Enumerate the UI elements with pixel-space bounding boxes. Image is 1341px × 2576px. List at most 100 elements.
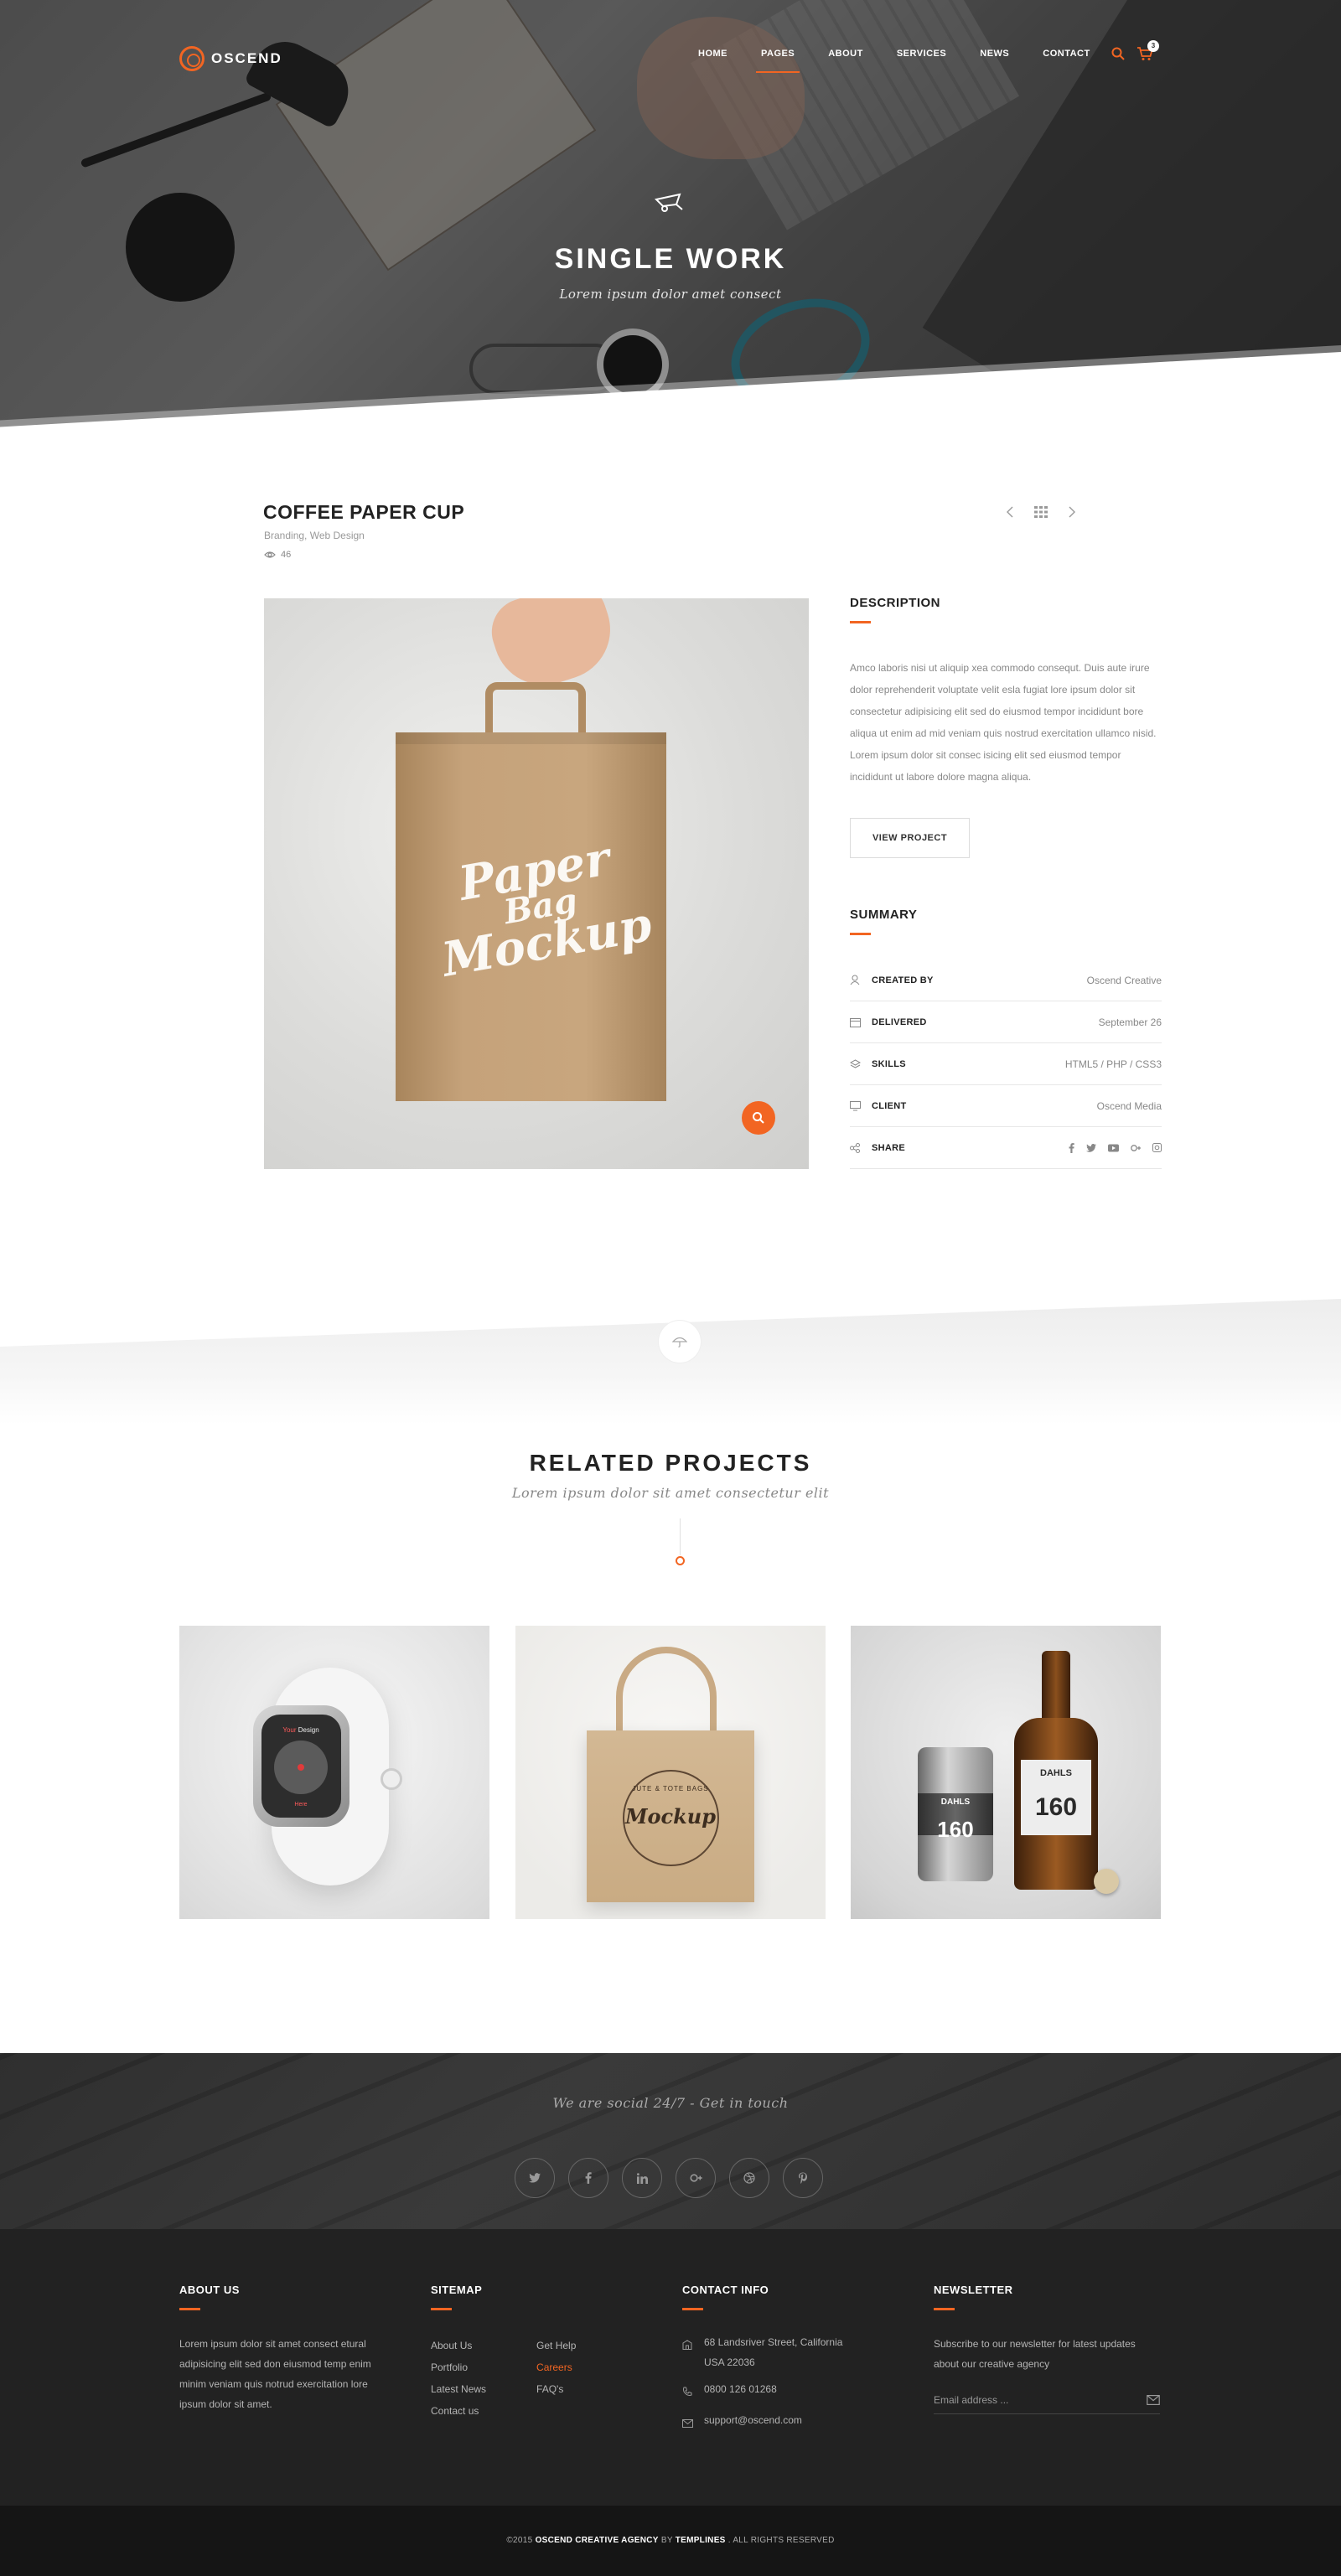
related-title: RELATED PROJECTS — [529, 1450, 812, 1476]
nav-news[interactable]: NEWS — [980, 49, 1009, 59]
heading-accent-bar — [179, 2308, 200, 2310]
related-dot — [676, 1556, 685, 1565]
social-linkedin[interactable] — [622, 2158, 662, 2198]
description-text: Amco laboris nisi ut aliquip xea commodo… — [850, 662, 1157, 783]
zoom-button[interactable] — [742, 1101, 775, 1135]
pinterest-icon — [799, 2172, 807, 2184]
building-icon — [682, 2340, 692, 2350]
footer-link-portfolio[interactable]: Portfolio — [431, 2356, 486, 2378]
footer-link-faq[interactable]: FAQ's — [536, 2378, 576, 2400]
summary-row-client: CLIENT Oscend Media — [850, 1085, 1162, 1127]
logo[interactable]: OSCEND — [179, 46, 282, 71]
newsletter-email-input[interactable]: Email address ... — [934, 2386, 1160, 2414]
page-subtitle: Lorem ipsum dolor amet consect — [559, 287, 782, 302]
share-icons — [1069, 1142, 1162, 1153]
beer-bottle: 160 DAHLS — [1014, 1651, 1098, 1890]
heading-accent-bar — [682, 2308, 703, 2310]
social-dribbble[interactable] — [729, 2158, 769, 2198]
footer-link-help[interactable]: Get Help — [536, 2335, 576, 2356]
mail-icon — [682, 2419, 693, 2428]
google-plus-icon[interactable] — [1131, 1144, 1141, 1152]
main-nav: HOME PAGES ABOUT SERVICES NEWS CONTACT — [698, 49, 1124, 73]
facebook-icon[interactable] — [1069, 1142, 1074, 1153]
social-pinterest[interactable] — [783, 2158, 823, 2198]
footer-link-about[interactable]: About Us — [431, 2335, 486, 2356]
section-divider — [0, 1299, 1341, 1425]
nav-contact[interactable]: CONTACT — [1043, 49, 1090, 59]
footer-about-text: Lorem ipsum dolor sit amet consect etura… — [179, 2338, 371, 2410]
description-heading: DESCRIPTION — [850, 596, 941, 610]
summary-row-skills: SKILLS HTML5 / PHP / CSS3 — [850, 1043, 1162, 1085]
footer-contact: CONTACT INFO 68 Landsriver Street, Calif… — [682, 2284, 900, 2441]
share-icon — [850, 1142, 860, 1153]
twitter-icon[interactable] — [1086, 1143, 1096, 1152]
heading-accent-bar — [850, 621, 871, 623]
footer-link-contact[interactable]: Contact us — [431, 2400, 486, 2422]
nav-about[interactable]: ABOUT — [828, 49, 863, 59]
umbrella-icon — [672, 1337, 687, 1347]
footer-newsletter: NEWSLETTER Subscribe to our newsletter f… — [934, 2284, 1162, 2414]
project-title: COFFEE PAPER CUP — [263, 501, 465, 523]
google-plus-icon — [689, 2174, 702, 2182]
summary-row-share: SHARE — [850, 1127, 1162, 1169]
related-card-tote[interactable]: JUTE & TOTE BAGS Mockup — [515, 1626, 826, 1919]
cart-count-badge: 3 — [1147, 40, 1159, 52]
social-twitter[interactable] — [515, 2158, 555, 2198]
dribbble-icon — [743, 2172, 755, 2184]
logo-mark-icon — [179, 46, 205, 71]
contact-email: support@oscend.com — [682, 2410, 900, 2434]
footer-link-news[interactable]: Latest News — [431, 2378, 486, 2400]
social-band: We are social 24/7 - Get in touch — [0, 2053, 1341, 2229]
heading-accent-bar — [934, 2308, 955, 2310]
summary-heading: SUMMARY — [850, 908, 918, 922]
page-title: SINGLE WORK — [554, 243, 787, 275]
heading-accent-bar — [850, 933, 871, 935]
wheelbarrow-icon — [655, 193, 683, 212]
project-views: 46 — [264, 550, 291, 560]
watch-screen-text: Your Design — [282, 1726, 319, 1734]
view-project-button[interactable]: VIEW PROJECT — [850, 818, 970, 858]
contact-phone: 0800 126 01268 — [682, 2379, 900, 2403]
divider-badge — [659, 1321, 701, 1363]
youtube-icon[interactable] — [1108, 1144, 1119, 1152]
summary-list: CREATED BY Oscend Creative DELIVERED Sep… — [850, 960, 1162, 1169]
footer-sitemap: SITEMAP About Us Portfolio Latest News C… — [431, 2284, 649, 2422]
summary-row-delivered: DELIVERED September 26 — [850, 1001, 1162, 1043]
copyright-bar: ©2015 OSCEND CREATIVE AGENCY BY TEMPLINE… — [0, 2506, 1341, 2576]
related-subtitle: Lorem ipsum dolor sit amet consectetur e… — [511, 1485, 830, 1501]
twitter-icon — [529, 2173, 541, 2183]
footer: ABOUT US Lorem ipsum dolor sit amet cons… — [0, 2229, 1341, 2506]
views-count: 46 — [281, 550, 292, 560]
zoom-icon — [753, 1112, 764, 1124]
nav-pages[interactable]: PAGES — [755, 49, 800, 73]
search-icon[interactable] — [1111, 47, 1125, 60]
social-facebook[interactable] — [568, 2158, 608, 2198]
nav-services[interactable]: SERVICES — [897, 49, 946, 59]
instagram-icon[interactable] — [1152, 1143, 1162, 1152]
phone-icon — [683, 2387, 692, 2396]
prev-arrow-icon[interactable] — [1006, 506, 1014, 518]
summary-row-created-by: CREATED BY Oscend Creative — [850, 960, 1162, 1001]
newsletter-text: Subscribe to our newsletter for latest u… — [934, 2338, 1136, 2370]
related-connector — [680, 1518, 681, 1555]
next-arrow-icon[interactable] — [1068, 506, 1076, 518]
user-icon — [850, 975, 860, 985]
tote-lettering: Mockup — [624, 1804, 717, 1829]
copyright-text: ©2015 OSCEND CREATIVE AGENCY BY TEMPLINE… — [506, 2536, 835, 2545]
social-google-plus[interactable] — [676, 2158, 716, 2198]
monitor-icon — [850, 1100, 861, 1110]
contact-address: 68 Landsriver Street, California USA 2203… — [682, 2332, 900, 2372]
description-heading-block: DESCRIPTION — [850, 596, 1162, 623]
linkedin-icon — [636, 2172, 648, 2184]
eye-icon — [264, 551, 276, 558]
related-card-beer[interactable]: 160 DAHLS 160 DAHLS — [851, 1626, 1161, 1919]
related-card-watch[interactable]: Your Design Here — [179, 1626, 489, 1919]
heading-accent-bar — [431, 2308, 452, 2310]
mail-icon[interactable] — [1147, 2394, 1160, 2405]
social-links — [515, 2158, 823, 2198]
social-tagline: We are social 24/7 - Get in touch — [552, 2095, 789, 2111]
grid-icon[interactable] — [1034, 506, 1048, 518]
footer-link-careers[interactable]: Careers — [536, 2356, 576, 2378]
nav-home[interactable]: HOME — [698, 49, 727, 59]
project-pagination — [1006, 506, 1076, 518]
